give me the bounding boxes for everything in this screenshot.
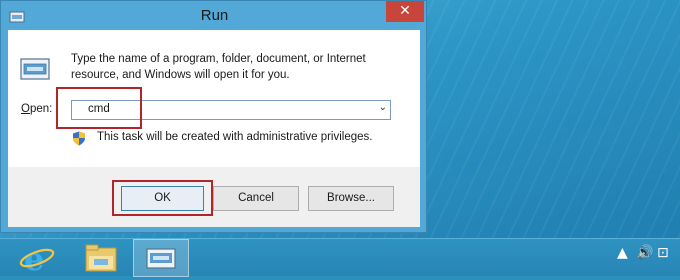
cancel-button[interactable]: Cancel xyxy=(213,186,299,211)
taskbar-file-explorer[interactable] xyxy=(74,239,130,277)
run-icon xyxy=(20,58,50,80)
run-icon xyxy=(146,248,176,269)
admin-shield-icon xyxy=(73,131,85,146)
run-dialog: Run ✕ Type the name of a program, folder… xyxy=(0,0,427,233)
window-title: Run xyxy=(200,7,229,24)
taskbar: e ▲ 🔊 ⊡ xyxy=(0,238,680,278)
taskbar-run[interactable] xyxy=(133,239,189,277)
browse-button[interactable]: Browse... xyxy=(308,186,394,211)
admin-privileges-note: This task will be created with administr… xyxy=(97,131,373,143)
dialog-description: Type the name of a program, folder, docu… xyxy=(71,53,366,81)
taskbar-internet-explorer[interactable]: e xyxy=(12,239,68,278)
internet-explorer-icon: e xyxy=(19,240,55,278)
highlight-box-ok xyxy=(112,180,213,216)
open-label-access-key: O xyxy=(21,103,30,115)
svg-text:e: e xyxy=(24,240,44,277)
open-label-text: pen: xyxy=(29,103,53,115)
show-hidden-icons-icon[interactable]: ▲ xyxy=(617,245,628,261)
speaker-icon[interactable]: 🔊 xyxy=(636,245,653,261)
highlight-box-cmd xyxy=(56,87,142,129)
file-explorer-icon xyxy=(85,244,117,272)
network-icon[interactable]: ⊡ xyxy=(657,245,669,261)
close-button[interactable]: ✕ xyxy=(386,1,424,22)
chevron-down-icon[interactable]: ⌄ xyxy=(379,102,387,113)
dialog-client-area: Type the name of a program, folder, docu… xyxy=(8,30,420,227)
open-label: Open: xyxy=(21,103,52,115)
